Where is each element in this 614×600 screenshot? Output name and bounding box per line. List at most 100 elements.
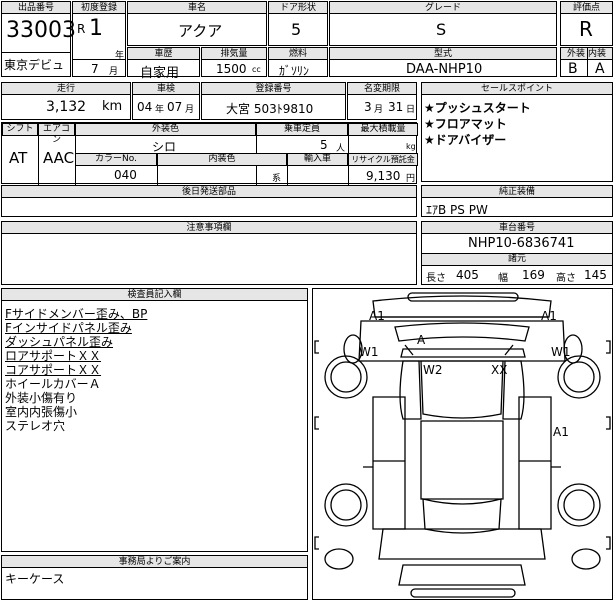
- import-header: 輸入車: [287, 153, 348, 166]
- damage-mark: A1: [541, 309, 557, 323]
- car-name-header: 車名: [128, 2, 266, 14]
- displacement-box: 排気量 1500 cc: [201, 47, 267, 77]
- plate-header: 登録番号: [202, 83, 345, 95]
- inspector-box: 検査員記入欄 Fサイドメンバー歪み、BP Fインサイドパネル歪み ダッシュパネル…: [1, 288, 308, 552]
- damage-mark: A1: [553, 425, 569, 439]
- model-box: 型式 DAA-NHP10: [329, 47, 557, 77]
- height-label: 高さ: [556, 273, 576, 284]
- load-header: 最大積載量: [348, 123, 418, 136]
- score: R: [579, 17, 593, 41]
- length: 405: [456, 268, 479, 282]
- sales-points-header: セールスポイント: [422, 83, 612, 95]
- office-note: キーケース: [5, 572, 65, 586]
- recycle-header: リサイクル預託金: [348, 153, 418, 166]
- car-outline-drawing: [314, 292, 611, 598]
- reg-month-unit: 月: [109, 67, 119, 77]
- reg-month: 7: [91, 62, 99, 76]
- name-change-header: 名変期限: [348, 83, 416, 95]
- ext-header: 外装: [567, 49, 586, 59]
- ac-header: エアコン: [38, 123, 75, 145]
- fuel-header: 燃料: [269, 48, 327, 60]
- width: 169: [522, 268, 545, 282]
- equipment-header: 純正装備: [422, 186, 612, 198]
- office-box: 事務局よりご案内 キーケース: [1, 555, 308, 600]
- int-header: 内装: [587, 49, 606, 59]
- lot-number-box: 出品番号 33003 東京デビュ: [1, 1, 76, 77]
- displacement-header: 排気量: [202, 48, 266, 60]
- model-code: DAA-NHP10: [406, 62, 483, 77]
- load-unit: kg: [406, 142, 416, 151]
- grade-box: グレード S: [329, 1, 557, 46]
- plate-box: 登録番号 大宮 503ﾄ9810: [201, 82, 346, 120]
- notes-box: 注意事項欄: [1, 221, 417, 285]
- width-label: 幅: [498, 273, 508, 284]
- reg-year: 1: [89, 16, 103, 41]
- doors-box: ドア形状 5: [268, 1, 328, 46]
- first-registration-box: 初度登録 R 1 年 7 月: [72, 1, 126, 77]
- car-name-box: 車名 アクア: [127, 1, 267, 46]
- capacity: 5: [320, 138, 328, 152]
- sales-point: ★フロアマット: [424, 117, 507, 131]
- inspection-month: 07: [167, 100, 183, 114]
- mileage-header: 走行: [2, 83, 130, 95]
- reg-era: R: [77, 22, 86, 36]
- history: 自家用: [140, 66, 180, 81]
- damage-mark: W2: [423, 363, 443, 377]
- color-no-header: カラーNo.: [75, 153, 157, 166]
- score-header: 評価点: [561, 2, 612, 14]
- inspection-year-unit: 年: [155, 105, 165, 115]
- color-no: 040: [114, 168, 137, 182]
- damage-mark: W1: [359, 345, 379, 359]
- inspector-header: 検査員記入欄: [2, 289, 307, 301]
- spec-grid: シフト エアコン AT AAC 外装色 シロ 乗車定員 5 人 最大積載量 kg…: [1, 122, 418, 185]
- equipment-box: 純正装備 ｴｱB PS PW: [421, 185, 613, 217]
- ext-score: B: [568, 61, 578, 77]
- parts-box: 後日発送部品: [1, 185, 417, 217]
- model-header: 型式: [330, 48, 556, 60]
- damage-mark: A: [417, 333, 426, 347]
- lot-number: 33003: [6, 18, 76, 43]
- history-box: 車歴 自家用: [127, 47, 200, 81]
- name-change-day: 31: [388, 100, 404, 114]
- notes-header: 注意事項欄: [2, 222, 416, 234]
- name-change-month: 3: [364, 100, 372, 114]
- int-score: A: [595, 61, 605, 77]
- ac: AAC: [43, 149, 75, 167]
- sales-point: ★ドアバイザー: [424, 133, 507, 147]
- name-change-box: 名変期限 3 月 31 日: [347, 82, 417, 120]
- inspector-note: ステレオ穴: [5, 419, 66, 433]
- car-name: アクア: [178, 22, 223, 40]
- fuel: ｶﾞｿﾘﾝ: [279, 64, 310, 78]
- equipment: ｴｱB PS PW: [426, 203, 488, 217]
- sales-point: ★プッシュスタート: [424, 101, 531, 115]
- plate-number: 大宮 503ﾄ9810: [226, 102, 314, 116]
- displacement: 1500: [216, 62, 247, 76]
- shift: AT: [9, 149, 28, 167]
- damage-mark: W1: [551, 345, 571, 359]
- damage-mark: XX: [491, 363, 508, 377]
- inspection-year: 04: [137, 100, 153, 114]
- inspection-month-unit: 月: [185, 105, 195, 115]
- inspection-header: 車検: [133, 83, 199, 95]
- history-header: 車歴: [128, 48, 199, 60]
- grade-header: グレード: [330, 2, 556, 14]
- fuel-box: 燃料 ｶﾞｿﾘﾝ: [268, 47, 328, 78]
- length-label: 長さ: [426, 273, 446, 284]
- chassis-number: NHP10-6836741: [468, 236, 575, 251]
- score-box: 評価点 R: [560, 1, 613, 46]
- lot-number-header: 出品番号: [2, 2, 70, 14]
- name-change-month-unit: 月: [374, 105, 384, 115]
- chassis-header: 車台番号: [422, 222, 612, 234]
- color-header: 外装色: [75, 123, 256, 136]
- venue: 東京デビュ: [4, 58, 65, 72]
- doors-header: ドア形状: [269, 2, 327, 14]
- grade: S: [436, 20, 447, 39]
- damage-mark: A1: [369, 309, 385, 323]
- recycle-unit: 円: [406, 174, 416, 184]
- recycle-fee: 9,130: [366, 169, 401, 183]
- doors: 5: [291, 20, 302, 39]
- height: 145: [584, 268, 607, 282]
- mileage-box: 走行 3,132 km: [1, 82, 131, 120]
- ext-int-box: 外装 内装 B A: [560, 47, 613, 77]
- mileage-unit: km: [102, 99, 123, 114]
